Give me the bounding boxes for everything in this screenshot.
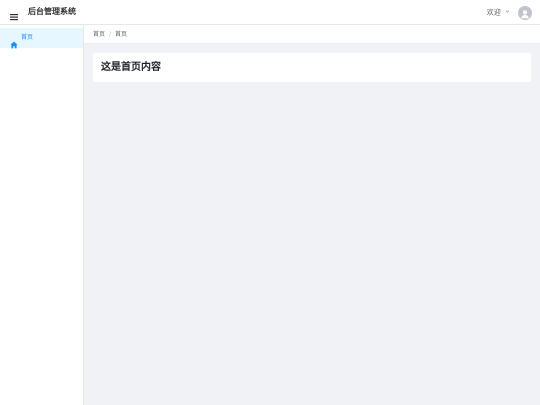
- content-card: 这是首页内容: [93, 53, 531, 82]
- breadcrumb-bar: 首页 / 首页: [84, 25, 540, 44]
- page-heading: 这是首页内容: [101, 62, 161, 73]
- user-dropdown[interactable]: 欢迎: [487, 7, 510, 19]
- sidebar-item-home[interactable]: 首页: [0, 28, 83, 49]
- breadcrumb-item-current: 首页: [115, 31, 128, 38]
- breadcrumb-item-home[interactable]: 首页: [93, 31, 105, 38]
- chevron-down-icon: [505, 7, 510, 18]
- hamburger-menu-icon[interactable]: [9, 7, 19, 21]
- top-header: 后台管理系统 欢迎: [0, 0, 540, 25]
- breadcrumb: 首页 / 首页: [93, 30, 127, 39]
- user-avatar-icon[interactable]: [518, 6, 532, 20]
- sidebar: 首页: [0, 25, 84, 405]
- app-title: 后台管理系统: [28, 7, 76, 16]
- home-icon: [10, 34, 18, 49]
- breadcrumb-separator: /: [109, 31, 112, 38]
- sidebar-item-label: 首页: [21, 34, 34, 41]
- user-greeting: 欢迎: [486, 8, 501, 17]
